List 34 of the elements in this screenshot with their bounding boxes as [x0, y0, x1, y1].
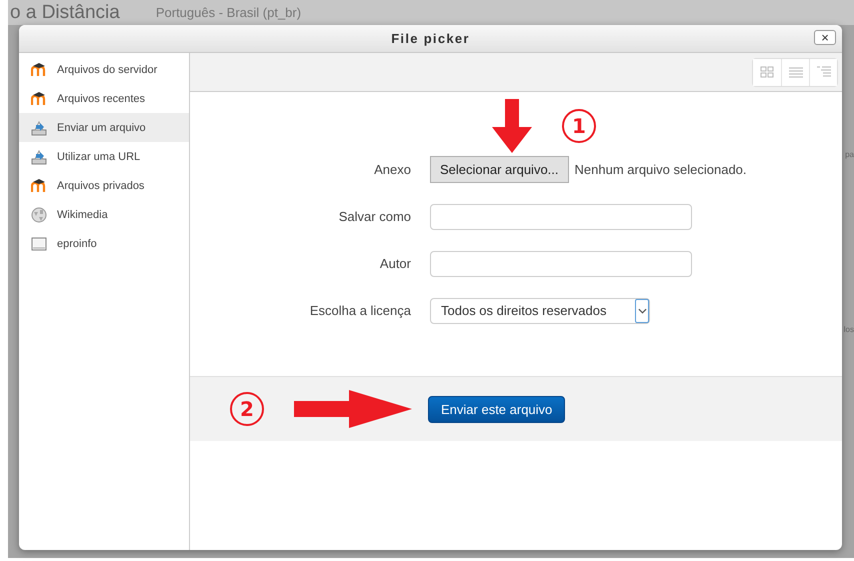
globe-icon [31, 206, 47, 222]
sidebar-item[interactable]: Wikimedia [19, 200, 189, 229]
tree-view-button[interactable] [809, 58, 837, 86]
grid-icon [760, 66, 774, 78]
sidebar-item[interactable]: Arquivos privados [19, 171, 189, 200]
page-text: los [844, 325, 854, 335]
sidebar-item[interactable]: Arquivos recentes [19, 84, 189, 113]
sidebar-item[interactable]: Enviar um arquivo [19, 113, 189, 142]
input-field[interactable] [430, 250, 692, 276]
sidebar-item[interactable]: eproinfo [19, 229, 189, 258]
list-icon [788, 66, 802, 78]
sidebar-item[interactable]: Arquivos do servidor [19, 55, 189, 84]
choose-file-button[interactable]: Selecionar arquivo... [430, 156, 569, 183]
page-text: pa [845, 150, 854, 160]
tree-list-icon [816, 66, 830, 78]
submit-button[interactable]: Enviar este arquivo [428, 396, 566, 422]
input-field[interactable] [430, 204, 692, 230]
step-number: 1 [562, 109, 596, 143]
close-button[interactable]: × [814, 30, 836, 45]
field-label: Salvar como [338, 209, 412, 224]
license-dropdown[interactable]: Todos os direitos reservados [430, 298, 650, 324]
field-label: Anexo [373, 162, 412, 177]
window-title: File picker [391, 31, 470, 46]
box-icon [31, 236, 47, 252]
down-arrow-drawing [492, 99, 532, 153]
step-number: 2 [230, 392, 264, 426]
upload-icon [31, 148, 47, 164]
file-status: Nenhum arquivo selecionado. [574, 162, 747, 177]
field-label: Autor [378, 256, 412, 271]
site-title: o a Distância [10, 2, 120, 24]
sidebar-item[interactable]: Utilizar uma URL [19, 142, 189, 171]
field-label: Escolha a licença [308, 303, 412, 318]
upload-icon [31, 120, 47, 136]
caret-icon [638, 308, 646, 314]
